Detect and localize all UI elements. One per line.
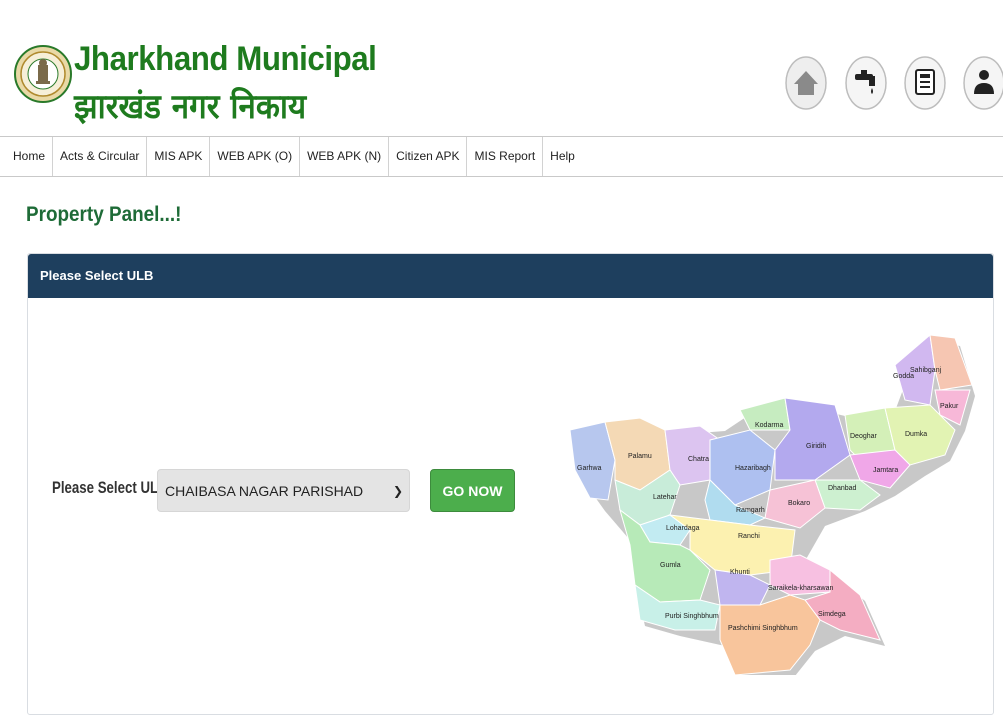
map-label-sahibganj: Sahibganj	[910, 367, 942, 374]
map-label-deoghar: Deoghar	[850, 433, 878, 440]
map-label-simdega: Purbi Singhbhum	[665, 613, 719, 620]
map-label-ramgarh: Ramgarh	[736, 507, 765, 514]
nav-help[interactable]: Help	[543, 137, 582, 176]
map-label-garhwa: Garhwa	[577, 465, 602, 472]
map-label-khunti: Khunti	[730, 569, 750, 576]
page-title: Property Panel...!	[26, 203, 182, 226]
home-icon[interactable]	[785, 56, 827, 110]
site-title-hindi: झारखंड नगर निकाय	[74, 87, 307, 127]
ulb-select[interactable]: CHAIBASA NAGAR PARISHAD ❯	[157, 469, 410, 512]
document-icon[interactable]	[904, 56, 946, 110]
nav-web-apk-n[interactable]: WEB APK (N)	[300, 137, 390, 176]
map-label-bokaro: Bokaro	[788, 500, 810, 507]
state-emblem-icon	[14, 45, 72, 103]
map-label-hazaribagh: Hazaribagh	[735, 465, 771, 472]
ulb-select-value: CHAIBASA NAGAR PARISHAD	[165, 483, 364, 499]
nav-mis-report[interactable]: MIS Report	[467, 137, 544, 176]
map-label-giridih: Giridih	[806, 443, 826, 450]
nav-mis-apk[interactable]: MIS APK	[147, 137, 211, 176]
map-label-pashchimi-singhbhum: Pashchimi Singhbhum	[728, 625, 798, 632]
map-label-jamtara: Jamtara	[873, 467, 898, 474]
map-label-ranchi: Ranchi	[738, 533, 760, 540]
go-now-button[interactable]: GO NOW	[430, 469, 515, 512]
map-label-palamu: Palamu	[628, 453, 652, 460]
panel-heading: Please Select ULB	[28, 254, 993, 298]
map-label-purbi-singhbhum: Simdega	[818, 611, 846, 618]
nav-web-apk-o[interactable]: WEB APK (O)	[210, 137, 301, 176]
site-title-english: Jharkhand Municipal	[74, 40, 377, 78]
map-label-godda: Godda	[893, 373, 914, 380]
jharkhand-district-map[interactable]: Sahibganj Godda Pakur Dumka Deoghar Jamt…	[560, 330, 980, 675]
nav-citizen-apk[interactable]: Citizen APK	[389, 137, 468, 176]
map-label-dumka: Dumka	[905, 431, 927, 438]
map-label-latehar: Latehar	[653, 494, 677, 501]
map-label-dhanbad: Dhanbad	[828, 485, 857, 492]
main-navigation: Home Acts & Circular MIS APK WEB APK (O)…	[0, 136, 1003, 177]
map-label-lohardaga: Lohardaga	[666, 525, 700, 532]
nav-home[interactable]: Home	[0, 137, 54, 176]
map-label-pakur: Pakur	[940, 403, 959, 410]
nav-acts-circular[interactable]: Acts & Circular	[53, 137, 148, 176]
ulb-select-label: Please Select ULB	[52, 478, 168, 497]
water-tap-icon[interactable]	[845, 56, 887, 110]
map-label-saraikela-kharsawan: Saraikela-kharsawan	[768, 585, 833, 592]
map-label-chatra: Chatra	[688, 456, 709, 463]
map-label-kodarma: Kodarma	[755, 422, 784, 429]
chevron-down-icon: ❯	[392, 484, 403, 498]
user-icon[interactable]	[963, 56, 1003, 110]
map-label-gumla: Gumla	[660, 562, 681, 569]
site-header: Jharkhand Municipal झारखंड नगर निकाय	[0, 0, 1003, 135]
